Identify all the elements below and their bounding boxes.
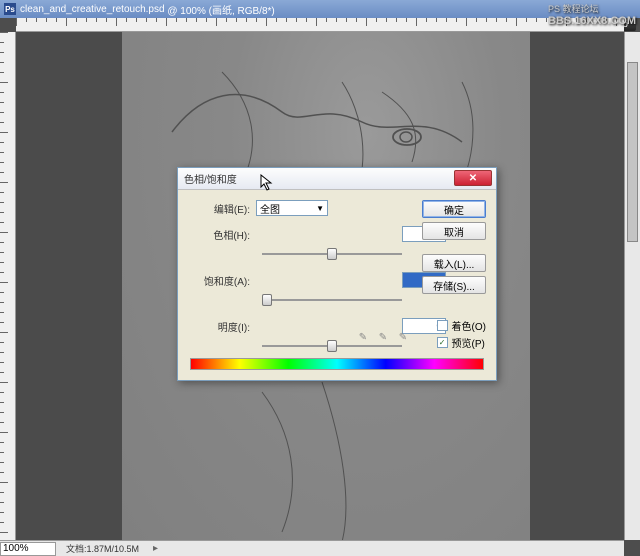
dialog-title: 色相/饱和度: [184, 171, 237, 186]
save-button[interactable]: 存储(S)...: [422, 276, 486, 294]
edit-range-combo[interactable]: 全图 ▼: [256, 200, 328, 216]
document-mode-suffix: @ 100% (画纸, RGB/8*): [167, 2, 274, 17]
chevron-right-icon[interactable]: ▸: [153, 543, 158, 554]
eyedropper-subtract-icon[interactable]: ✎: [396, 330, 410, 344]
eyedropper-group: ✎ ✎ ✎: [356, 330, 410, 344]
status-bar: 100% 文档:1.87M/10.5M ▸: [0, 540, 624, 556]
checkbox-box: [437, 320, 448, 331]
ruler-horizontal[interactable]: [16, 18, 624, 32]
checkbox-box: ✓: [437, 337, 448, 348]
slider-label: 色相(H):: [190, 227, 250, 242]
preview-checkbox[interactable]: ✓ 预览(P): [437, 335, 486, 350]
slider-handle[interactable]: [262, 294, 272, 306]
close-icon: ✕: [469, 173, 477, 184]
dialog-title-bar[interactable]: 色相/饱和度 ✕: [178, 168, 496, 190]
close-button[interactable]: ✕: [454, 170, 492, 186]
edit-label: 编辑(E):: [190, 201, 250, 216]
slider-label: 饱和度(A):: [190, 273, 250, 288]
colorize-checkbox[interactable]: 着色(O): [437, 318, 486, 333]
ps-file-icon: Ps: [4, 3, 16, 15]
ok-button[interactable]: 确定: [422, 200, 486, 218]
slider-handle[interactable]: [327, 340, 337, 352]
slider-track[interactable]: [262, 292, 402, 308]
ruler-vertical[interactable]: [0, 32, 16, 540]
chevron-down-icon: ▼: [316, 204, 324, 213]
watermark: PS 教程论坛 BBS.16XX8.COM: [548, 2, 636, 27]
zoom-level-input[interactable]: 100%: [0, 542, 56, 556]
slider-track[interactable]: [262, 246, 402, 262]
spectrum-bar[interactable]: [190, 358, 484, 370]
highpass-sketch-lower: [242, 382, 442, 540]
scrollbar-vertical[interactable]: [624, 32, 640, 540]
eyedropper-icon[interactable]: ✎: [356, 330, 370, 344]
app-title-bar: Ps clean_and_creative_retouch.psd @ 100%…: [0, 0, 640, 18]
load-button[interactable]: 载入(L)...: [422, 254, 486, 272]
scrollbar-v-thumb[interactable]: [627, 62, 638, 242]
eyedropper-add-icon[interactable]: ✎: [376, 330, 390, 344]
slider-label: 明度(I):: [190, 319, 250, 334]
hue-saturation-dialog: 色相/饱和度 ✕ 编辑(E): 全图 ▼ 色相(H):0饱和度(A):-100明…: [177, 167, 497, 381]
cancel-button[interactable]: 取消: [422, 222, 486, 240]
doc-size-readout: 文档:1.87M/10.5M: [56, 542, 149, 555]
slider-handle[interactable]: [327, 248, 337, 260]
document-filename: clean_and_creative_retouch.psd: [20, 4, 165, 15]
